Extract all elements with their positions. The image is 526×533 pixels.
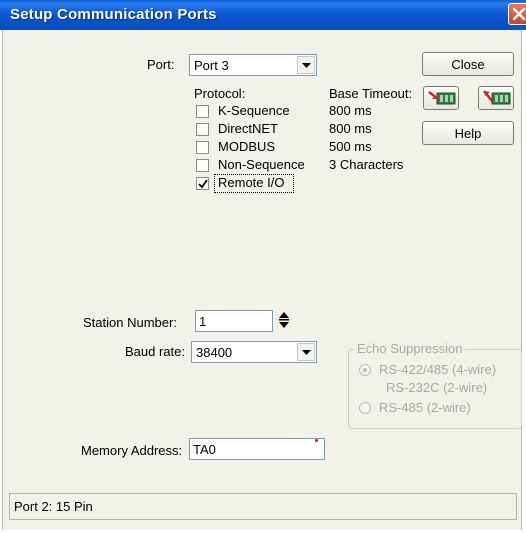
plc-to-pc-icon <box>428 91 456 105</box>
window-title: Setup Communication Ports <box>10 6 217 23</box>
echo-option-rs485: RS-485 (2-wire) <box>379 400 471 415</box>
upload-button[interactable] <box>423 86 459 110</box>
dialog-client-area: Port: Port 3 Close Help Protocol: Base T… <box>2 30 522 530</box>
timeout-modbus: 500 ms <box>329 139 372 154</box>
echo-option-rs232c: RS-232C (2-wire) <box>386 380 488 395</box>
echo-suppression-title: Echo Suppression <box>355 341 465 356</box>
protocol-label-non-sequence: Non-Sequence <box>218 157 305 172</box>
chevron-down-icon <box>302 63 311 68</box>
spin-up-down-icon <box>279 312 289 328</box>
window-close-button[interactable] <box>508 3 526 25</box>
station-number-spinner[interactable] <box>277 310 291 330</box>
help-button-label: Help <box>454 126 482 141</box>
close-button-label: Close <box>451 57 485 72</box>
protocol-checkbox-directnet[interactable] <box>196 123 209 136</box>
timeout-directnet: 800 ms <box>329 121 372 136</box>
baud-rate-label: Baud rate: <box>125 344 185 359</box>
setup-communication-ports-window: Setup Communication Ports Port: Port 3 C… <box>0 0 526 533</box>
title-bar[interactable]: Setup Communication Ports <box>0 0 526 30</box>
help-button[interactable]: Help <box>422 121 514 145</box>
protocol-checkbox-k-sequence[interactable] <box>196 105 209 118</box>
status-text: Port 2: 15 Pin <box>14 499 93 514</box>
echo-option-rs422-485: RS-422/485 (4-wire) <box>379 362 497 377</box>
close-icon <box>512 7 526 21</box>
memory-address-value: TA0 <box>193 442 216 457</box>
echo-radio-rs485[interactable] <box>359 402 371 414</box>
baud-rate-dropdown-button[interactable] <box>297 343 315 361</box>
pc-to-plc-icon <box>483 90 511 105</box>
memory-address-input[interactable]: TA0 <box>189 438 325 460</box>
timeout-non-sequence: 3 Characters <box>329 157 404 172</box>
port-select-value: Port 3 <box>194 58 229 73</box>
timeout-k-sequence: 800 ms <box>329 103 372 118</box>
protocol-label-remote-io: Remote I/O <box>218 175 285 190</box>
port-select[interactable]: Port 3 <box>189 54 317 76</box>
close-button[interactable]: Close <box>422 52 514 76</box>
baud-rate-select[interactable]: 38400 <box>191 341 317 363</box>
echo-radio-rs422-485[interactable] <box>359 364 371 376</box>
protocol-header: Protocol: <box>194 86 246 101</box>
port-label: Port: <box>147 57 175 72</box>
protocol-checkbox-modbus[interactable] <box>196 141 209 154</box>
protocol-checkbox-remote-io[interactable] <box>196 177 209 190</box>
base-timeout-header: Base Timeout: <box>329 86 413 101</box>
protocol-checkbox-non-sequence[interactable] <box>196 159 209 172</box>
protocol-label-directnet: DirectNET <box>218 121 278 136</box>
required-marker <box>315 439 318 442</box>
station-number-value: 1 <box>199 314 207 329</box>
chevron-down-icon <box>302 350 311 355</box>
baud-rate-value: 38400 <box>196 345 233 360</box>
station-number-label: Station Number: <box>83 315 177 330</box>
memory-address-label: Memory Address: <box>81 443 183 458</box>
station-number-input[interactable]: 1 <box>195 310 273 332</box>
port-dropdown-button[interactable] <box>297 56 315 74</box>
checkmark-icon <box>198 179 208 189</box>
protocol-label-modbus: MODBUS <box>218 139 276 154</box>
protocol-label-k-sequence: K-Sequence <box>218 103 290 118</box>
download-button[interactable] <box>478 86 514 110</box>
status-bar: Port 2: 15 Pin <box>9 493 517 520</box>
